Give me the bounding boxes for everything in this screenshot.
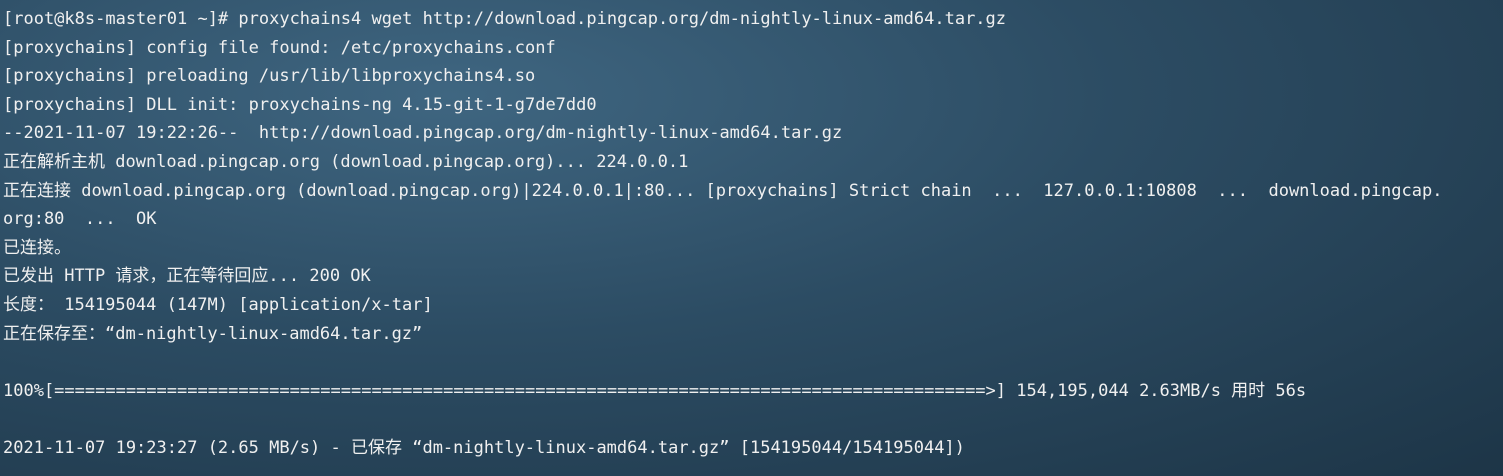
- terminal-line: 正在连接 download.pingcap.org (download.ping…: [3, 180, 1443, 201]
- terminal-line: [proxychains] preloading /usr/lib/libpro…: [3, 66, 536, 87]
- terminal-line-command: [root@k8s-master01 ~]# proxychains4 wget…: [3, 9, 1007, 29]
- terminal-line: 正在保存至：“dm-nightly-linux-amd64.tar.gz”: [3, 323, 423, 344]
- terminal-line: [proxychains] config file found: /etc/pr…: [3, 37, 556, 58]
- terminal-line: 已连接。: [3, 237, 71, 258]
- terminal-progress-line: 100%[===================================…: [3, 380, 1307, 401]
- terminal-line: --2021-11-07 19:22:26-- http://download.…: [3, 123, 843, 144]
- terminal-line: 正在解析主机 download.pingcap.org (download.pi…: [3, 151, 689, 172]
- terminal-line: [proxychains] DLL init: proxychains-ng 4…: [3, 94, 597, 115]
- terminal-line: 已发出 HTTP 请求，正在等待回应... 200 OK: [3, 266, 371, 287]
- terminal-line: org:80 ... OK: [3, 209, 157, 230]
- terminal-line: 长度： 154195044 (147M) [application/x-tar]: [3, 294, 433, 315]
- terminal-window[interactable]: [root@k8s-master01 ~]# proxychains4 wget…: [0, 0, 1503, 476]
- terminal-line-saved: 2021-11-07 19:23:27 (2.65 MB/s) - 已保存 “d…: [3, 437, 965, 458]
